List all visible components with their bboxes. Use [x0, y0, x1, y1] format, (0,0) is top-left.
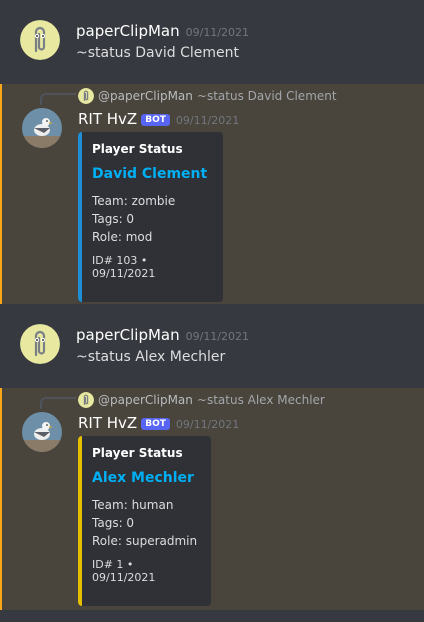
- bot-badge: BOT: [141, 114, 170, 126]
- embed-author: Player Status: [92, 446, 183, 460]
- message-timestamp: 09/11/2021: [185, 330, 250, 343]
- embed-author: Player Status: [92, 142, 183, 156]
- reply-text[interactable]: ~status David Clement: [197, 89, 337, 103]
- embed-description: Team: human Tags: 0 Role: superadmin: [92, 496, 199, 550]
- embed-footer: ID# 1 • 09/11/2021: [92, 558, 156, 584]
- reply-mention[interactable]: @paperClipMan: [98, 89, 193, 103]
- reply-reference[interactable]: @paperClipMan ~status Alex Mechler: [78, 392, 325, 408]
- player-status-embed: Player Status David Clement Team: zombie…: [78, 132, 223, 302]
- embed-title[interactable]: Alex Mechler: [92, 470, 199, 486]
- author-name[interactable]: paperClipMan: [76, 22, 180, 40]
- message-timestamp: 09/11/2021: [175, 114, 240, 127]
- paperclip-avatar-icon: [78, 392, 94, 408]
- message-timestamp: 09/11/2021: [185, 26, 250, 39]
- message-content: ~status Alex Mechler: [76, 349, 226, 365]
- paperclip-avatar-icon: [78, 88, 94, 104]
- message-author[interactable]: paperClipMan 09/11/2021: [76, 326, 249, 344]
- message-content: ~status David Clement: [76, 45, 239, 61]
- embed-team: Team: zombie: [92, 194, 176, 208]
- message-timestamp: 09/11/2021: [175, 418, 240, 431]
- message-1: paperClipMan 09/11/2021 ~status David Cle…: [0, 0, 424, 84]
- seagull-avatar-icon[interactable]: [22, 412, 62, 452]
- author-name[interactable]: paperClipMan: [76, 326, 180, 344]
- embed-footer: ID# 103 • 09/11/2021: [92, 254, 156, 280]
- embed-role: Role: superadmin: [92, 534, 198, 548]
- message-author[interactable]: RIT HvZ BOT 09/11/2021: [78, 414, 239, 432]
- bot-badge: BOT: [141, 418, 170, 430]
- paperclip-avatar-icon[interactable]: [20, 324, 60, 364]
- message-4: @paperClipMan ~status Alex Mechler RIT H…: [0, 388, 424, 610]
- message-author[interactable]: RIT HvZ BOT 09/11/2021: [78, 110, 239, 128]
- player-status-embed: Player Status Alex Mechler Team: human T…: [78, 436, 211, 606]
- reply-text[interactable]: ~status Alex Mechler: [197, 393, 325, 407]
- reply-mention[interactable]: @paperClipMan: [98, 393, 193, 407]
- message-author[interactable]: paperClipMan 09/11/2021: [76, 22, 249, 40]
- reply-spine: [40, 93, 76, 105]
- embed-tags: Tags: 0: [92, 516, 135, 530]
- author-name[interactable]: RIT HvZ: [78, 414, 137, 432]
- embed-accent-stripe: [78, 132, 82, 302]
- embed-tags: Tags: 0: [92, 212, 135, 226]
- message-2: @paperClipMan ~status David Clement RIT …: [0, 84, 424, 304]
- embed-team: Team: human: [92, 498, 174, 512]
- embed-title[interactable]: David Clement: [92, 166, 211, 182]
- paperclip-avatar-icon[interactable]: [20, 20, 60, 60]
- seagull-avatar-icon[interactable]: [22, 108, 62, 148]
- message-3: paperClipMan 09/11/2021 ~status Alex Mech…: [0, 304, 424, 388]
- reply-reference[interactable]: @paperClipMan ~status David Clement: [78, 88, 337, 104]
- embed-role: Role: mod: [92, 230, 153, 244]
- embed-description: Team: zombie Tags: 0 Role: mod: [92, 192, 211, 246]
- author-name[interactable]: RIT HvZ: [78, 110, 137, 128]
- embed-accent-stripe: [78, 436, 82, 606]
- reply-spine: [40, 397, 76, 409]
